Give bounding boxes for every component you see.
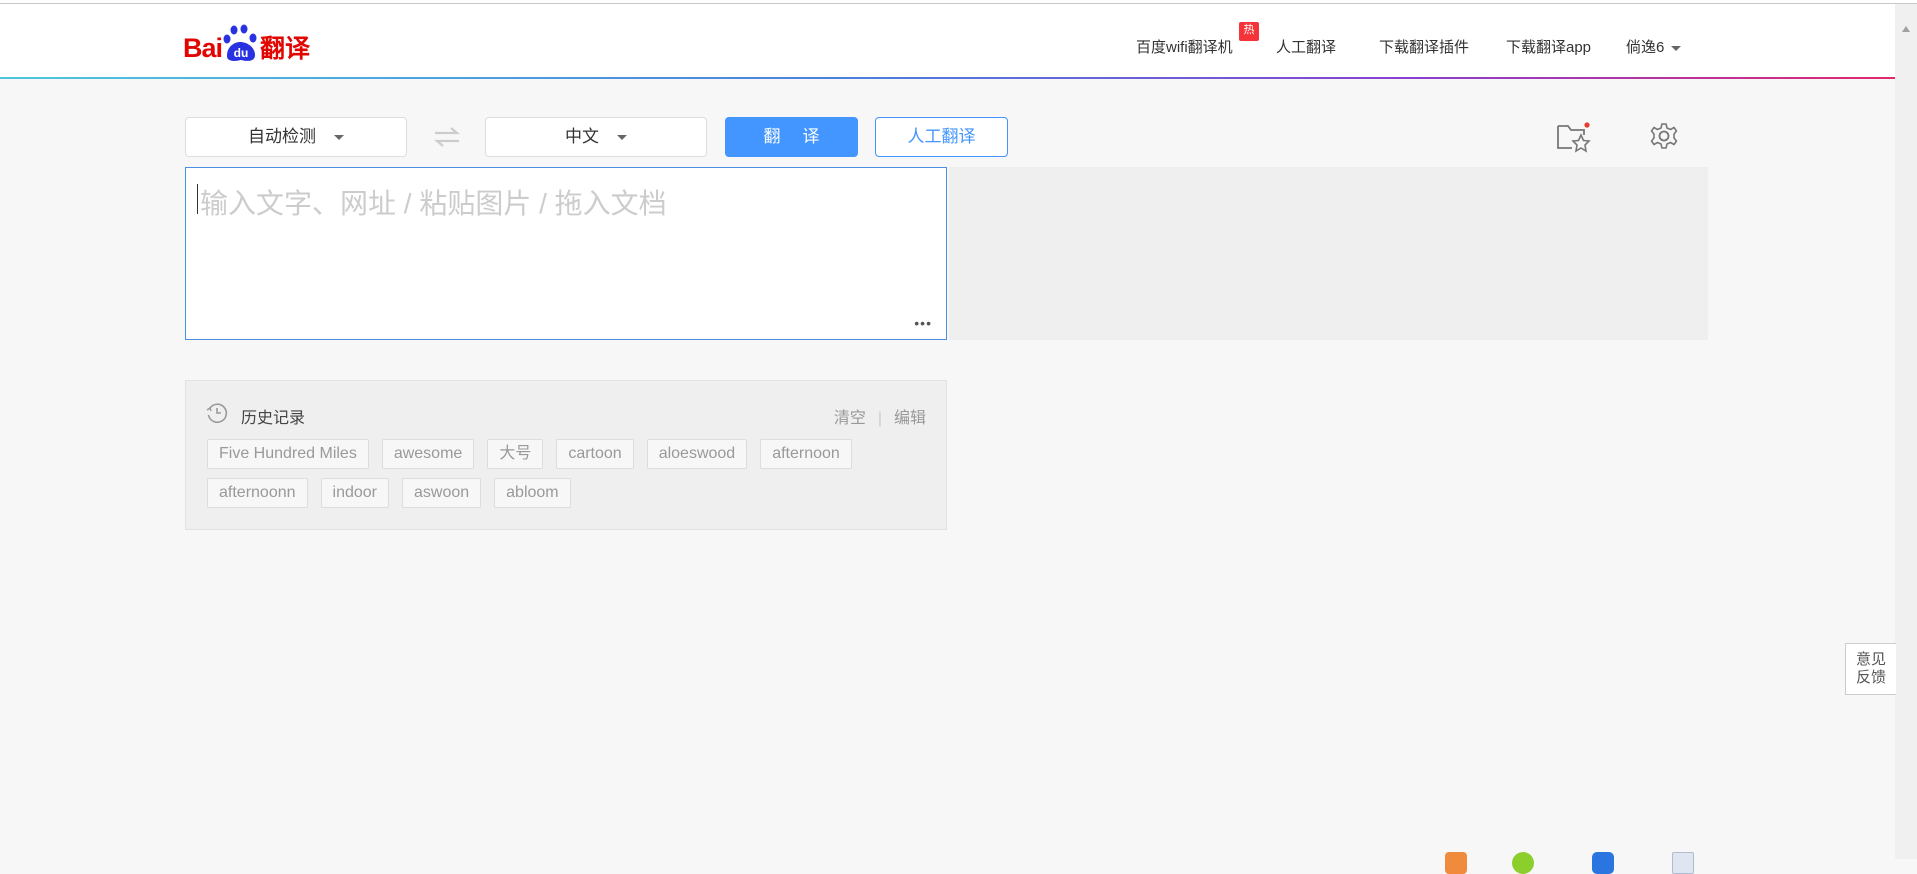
settings-gear-icon[interactable] [1650,122,1678,155]
history-tag[interactable]: cartoon [556,439,634,469]
source-language-label: 自动检测 [248,127,316,146]
weibo-icon[interactable] [1445,852,1467,874]
baidu-translate-logo[interactable]: Bai du 翻译 [183,22,310,62]
history-actions: 清空 | 编辑 [834,404,926,428]
document-icon[interactable] [1672,852,1694,874]
chevron-down-icon [1671,45,1682,51]
hot-badge: 热 [1239,22,1259,41]
history-tag[interactable]: afternoon [760,439,852,469]
feedback-line-2: 反馈 [1855,669,1886,686]
nav-wifi-translator[interactable]: 百度wifi翻译机 [1136,36,1233,57]
translation-output-panel [949,167,1708,340]
translate-button[interactable]: 翻译 [725,117,858,157]
history-tag[interactable]: 大号 [487,439,544,469]
user-menu[interactable]: 倘逸6 [1626,36,1682,57]
human-translate-button[interactable]: 人工翻译 [875,117,1008,157]
source-text-input[interactable]: 输入文字、网址 / 粘贴图片 / 拖入文档 ••• [185,167,947,340]
scroll-up-arrow-icon[interactable] [1902,26,1910,32]
header-gradient-divider [0,77,1895,79]
target-language-select[interactable]: 中文 [485,117,707,157]
logo-bai-text: Bai [183,33,223,63]
nav-download-plugin[interactable]: 下载翻译插件 [1379,36,1469,57]
more-options-icon[interactable]: ••• [914,315,932,331]
feedback-button[interactable]: 意见 反馈 [1845,643,1896,695]
chevron-down-icon [334,135,344,141]
wechat-icon[interactable] [1512,852,1534,874]
history-tag[interactable]: awesome [381,439,475,469]
text-cursor [197,184,198,214]
history-clock-icon [206,402,228,429]
target-language-label: 中文 [565,127,599,146]
logo-translate-text: 翻译 [260,35,311,63]
nav-download-app[interactable]: 下载翻译app [1506,36,1591,57]
source-language-select[interactable]: 自动检测 [185,117,407,157]
scrollbar[interactable] [1895,4,1917,859]
history-tag[interactable]: Five Hundred Miles [207,439,369,469]
svg-text:du: du [234,46,249,60]
separator: | [877,410,882,427]
chevron-down-icon [617,135,627,141]
edit-history-button[interactable]: 编辑 [894,410,926,427]
history-tag[interactable]: aswoon [402,478,482,508]
nav-human-translation[interactable]: 人工翻译 [1276,36,1336,57]
history-tag[interactable]: abloom [494,478,571,508]
swap-languages-icon[interactable] [432,124,462,155]
history-tag[interactable]: indoor [320,478,389,508]
input-placeholder: 输入文字、网址 / 粘贴图片 / 拖入文档 [200,188,667,219]
history-tag[interactable]: aloeswood [646,439,748,469]
username: 倘逸6 [1626,39,1665,56]
history-title: 历史记录 [241,410,306,427]
baidu-paw-icon: du [223,24,259,62]
history-tag[interactable]: afternoonn [207,478,308,508]
clear-history-button[interactable]: 清空 [834,410,866,427]
history-row-2: afternoonn indoor aswoon abloom [207,478,571,508]
app-icon[interactable] [1592,852,1614,874]
history-row-1: Five Hundred Miles awesome 大号 cartoon al… [207,439,852,469]
feedback-line-1: 意见 [1855,651,1886,668]
history-panel: 历史记录 清空 | 编辑 Five Hundred Miles awesome 大号… [185,380,947,530]
favorites-folder-icon[interactable] [1556,121,1592,158]
